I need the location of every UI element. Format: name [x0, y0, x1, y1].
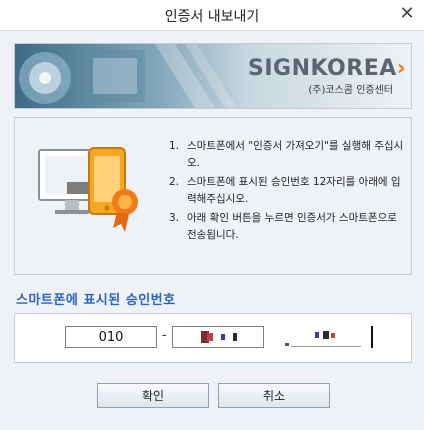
approval-code-heading: 스마트폰에 표시된 승인번호 — [16, 293, 176, 308]
signkorea-logo: SIGNKOREA› (주)코스콤 인증센터 — [248, 56, 406, 104]
dialog-body: SIGNKOREA› (주)코스콤 인증센터 1. 스마트폰에서 "인증서 가져… — [0, 30, 424, 430]
cancel-button[interactable]: 취소 — [218, 383, 330, 408]
close-button[interactable]: ✕ — [396, 3, 418, 25]
approval-code-box: 010 - — [14, 313, 412, 363]
security-graphic-icon — [19, 44, 237, 108]
signkorea-banner: SIGNKOREA› (주)코스콤 인증센터 — [14, 43, 412, 109]
instruction-step: 1. 스마트폰에서 "인증서 가져오기"를 실행해 주십시오. — [169, 140, 404, 169]
phone-certificate-icon — [38, 147, 138, 232]
instruction-steps: 1. 스마트폰에서 "인증서 가져오기"를 실행해 주십시오. 2. 스마트폰에… — [169, 138, 405, 246]
title-bar: 인증서 내보내기 ✕ — [0, 0, 424, 30]
confirm-button[interactable]: 확인 — [97, 383, 209, 408]
code-separator: - — [162, 328, 167, 343]
instruction-step: 2. 스마트폰에 표시된 승인번호 12자리를 아래에 입력해주십시오. — [169, 176, 401, 205]
instruction-step: 3. 아래 확인 버튼을 누르면 인증서가 스마트폰으로 전송됩니다. — [169, 212, 397, 241]
window-title: 인증서 내보내기 — [164, 9, 260, 25]
logo-text: SIGNKOREA — [248, 56, 397, 81]
logo-arrow-icon: › — [396, 56, 407, 81]
masked-input-glyph-icon — [201, 331, 237, 343]
approval-code-part1-input[interactable]: 010 — [65, 326, 157, 348]
instructions-panel: 1. 스마트폰에서 "인증서 가져오기"를 실행해 주십시오. 2. 스마트폰에… — [14, 117, 412, 275]
masked-input-glyph-icon — [285, 326, 373, 348]
logo-subtitle: (주)코스콤 인증센터 — [308, 85, 393, 96]
